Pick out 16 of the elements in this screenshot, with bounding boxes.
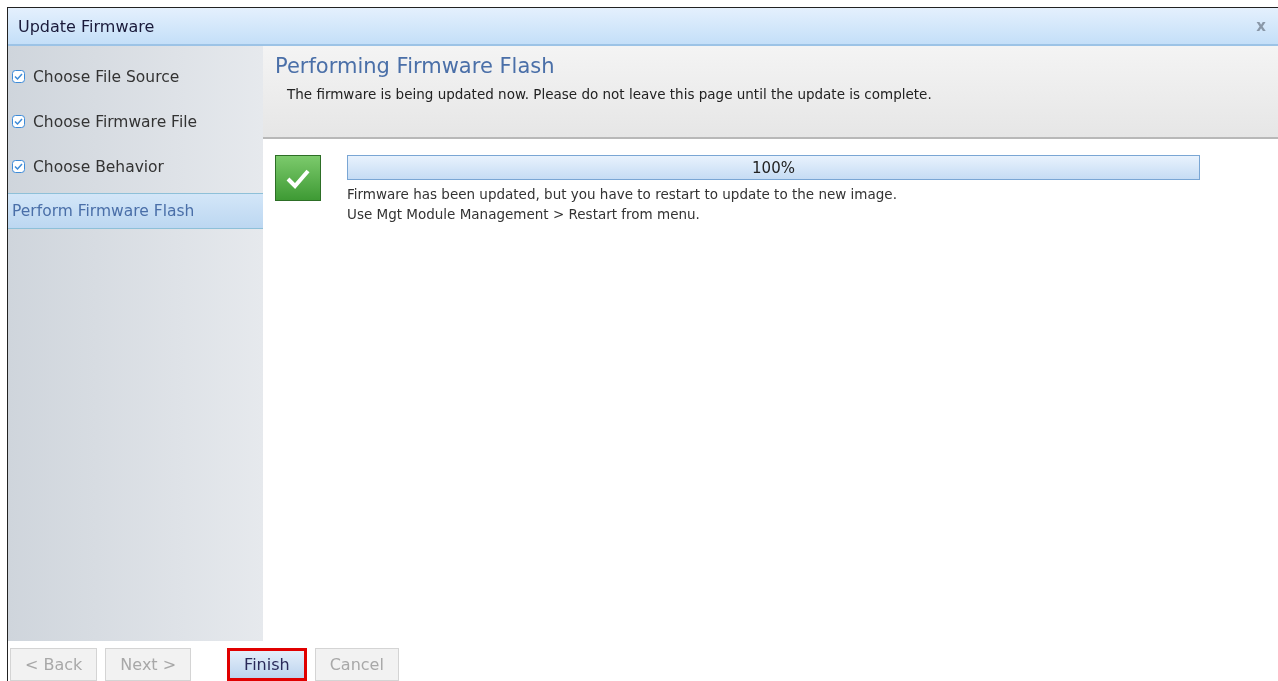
step-label: Perform Firmware Flash <box>12 202 195 220</box>
page-title: Performing Firmware Flash <box>275 54 556 78</box>
step-item[interactable]: Choose Behavior <box>8 144 263 189</box>
step-item[interactable]: Choose Firmware File <box>8 99 263 144</box>
step-item[interactable]: Perform Firmware Flash <box>8 193 263 229</box>
status-message: Firmware has been updated, but you have to restart to update to the new image. <box>347 185 898 204</box>
step-label: Choose Behavior <box>33 157 164 176</box>
progress-reading: 100% <box>752 159 795 177</box>
close-button[interactable]: x <box>1256 17 1266 35</box>
status-message: Use Mgt Module Management > Restart from menu. <box>347 205 701 224</box>
page-description: The firmware is being updated now. Please do not leave this page until the update is complete. <box>287 86 933 102</box>
step-label: Choose Firmware File <box>33 112 198 131</box>
step-item[interactable]: Choose File Source <box>8 54 263 99</box>
step-label: Choose File Source <box>33 67 180 86</box>
wizard-button[interactable]: Finish <box>227 648 307 681</box>
window-title: Update Firmware <box>18 16 155 36</box>
